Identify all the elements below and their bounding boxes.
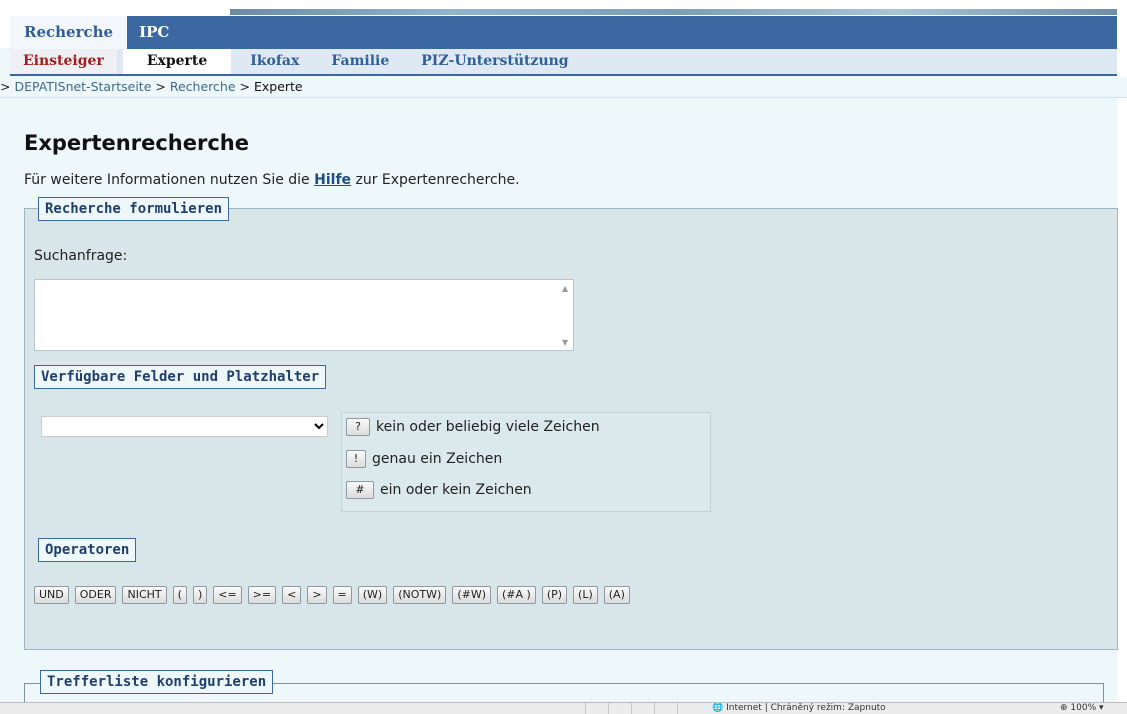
results-fieldset-legend: Trefferliste konfigurieren [40,670,274,694]
operator-lte-button[interactable]: <= [213,586,242,604]
scroll-down-icon[interactable]: ▼ [562,338,568,347]
scroll-up-icon[interactable]: ▲ [562,284,568,293]
tab-experte[interactable]: Experte [122,49,232,74]
statusbar-divider [585,703,586,714]
placeholder-description: genau ein Zeichen [372,451,503,467]
tab-piz-unterstuetzung[interactable]: PIZ-Unterstützung [408,49,581,74]
header-decoration [230,9,1117,15]
operator-notw-button[interactable]: (NOTW) [393,586,447,604]
breadcrumb-separator: > [239,79,250,94]
tab-einsteiger[interactable]: Einsteiger [10,49,117,74]
operator-oder-button[interactable]: ODER [74,586,117,604]
sub-tabs: Einsteiger Experte Ikofax Familie PIZ-Un… [10,49,1117,76]
placeholder-hash-button[interactable]: # [346,481,374,499]
chevron-down-icon[interactable]: ▾ [1099,703,1104,713]
placeholder-exclamation-button[interactable]: ! [346,450,366,468]
operator-eq-button[interactable]: = [332,586,352,604]
breadcrumb-current: Experte [253,79,303,94]
tab-ikofax[interactable]: Ikofax [237,49,312,74]
placeholder-question-button[interactable]: ? [346,418,370,436]
globe-icon: 🌐 [712,703,724,713]
placeholder-row: # ein oder kein Zeichen [346,481,532,499]
breadcrumb-home-link[interactable]: DEPATISnet-Startseite [14,79,151,94]
query-fieldset-legend: Recherche formulieren [38,197,230,221]
operator-open-paren-button[interactable]: ( [172,586,187,604]
page-title: Expertenrecherche [24,131,249,155]
operator-p-button[interactable]: (P) [541,586,568,604]
breadcrumb: > DEPATISnet-Startseite > Recherche > Ex… [0,77,1127,98]
tab-familie[interactable]: Familie [318,49,402,74]
operator-und-button[interactable]: UND [34,586,69,604]
breadcrumb-separator: > [155,79,166,94]
placeholder-description: ein oder kein Zeichen [380,482,532,498]
intro-text-before: Für weitere Informationen nutzen Sie die [24,172,315,188]
placeholder-box: ? kein oder beliebig viele Zeichen ! gen… [341,412,711,512]
operator-l-button[interactable]: (L) [573,586,598,604]
statusbar-zoom-value: 100% [1070,703,1097,713]
fields-select[interactable] [41,416,328,437]
tab-ipc[interactable]: IPC [127,16,181,49]
operator-hash-a-button[interactable]: (#A ) [497,586,536,604]
zoom-icon: ⊕ [1060,703,1068,713]
placeholder-row: ! genau ein Zeichen [346,450,502,468]
statusbar-divider [631,703,632,714]
fields-legend: Verfügbare Felder und Platzhalter [34,365,327,389]
operator-w-button[interactable]: (W) [357,586,388,604]
query-label: Suchanfrage: [34,248,128,264]
operator-gte-button[interactable]: >= [247,586,277,604]
operator-gt-button[interactable]: > [307,586,327,604]
intro-text-after: zur Expertenrecherche. [351,172,520,188]
operator-nicht-button[interactable]: NICHT [122,586,167,604]
statusbar-zoom[interactable]: ⊕ 100% ▾ [1060,703,1104,713]
operator-a-button[interactable]: (A) [603,586,630,604]
statusbar-zone-text: Internet | Chráněný režim: Zapnuto [726,703,886,713]
intro-text: Für weitere Informationen nutzen Sie die… [24,172,520,188]
breadcrumb-prefix: > [0,79,11,94]
query-textarea[interactable] [34,279,574,351]
statusbar-zone[interactable]: 🌐 Internet | Chráněný režim: Zapnuto [712,703,886,713]
breadcrumb-section-link[interactable]: Recherche [170,79,236,94]
operator-buttons: UND ODER NICHT ( ) <= >= < > = (W) (NOTW… [34,586,636,604]
browser-statusbar: 🌐 Internet | Chráněný režim: Zapnuto ⊕ 1… [0,702,1127,714]
statusbar-divider [654,703,655,714]
page-margin [1117,0,1127,702]
tab-recherche[interactable]: Recherche [10,16,128,49]
operator-hash-w-button[interactable]: (#W) [452,586,491,604]
help-link[interactable]: Hilfe [314,172,351,188]
operator-close-paren-button[interactable]: ) [192,586,208,604]
operators-legend: Operatoren [38,538,137,562]
placeholder-description: kein oder beliebig viele Zeichen [376,419,600,435]
main-tabs: Recherche IPC [10,16,1117,49]
statusbar-divider [608,703,609,714]
statusbar-divider [677,703,678,714]
placeholder-row: ? kein oder beliebig viele Zeichen [346,418,600,436]
operator-lt-button[interactable]: < [282,586,302,604]
